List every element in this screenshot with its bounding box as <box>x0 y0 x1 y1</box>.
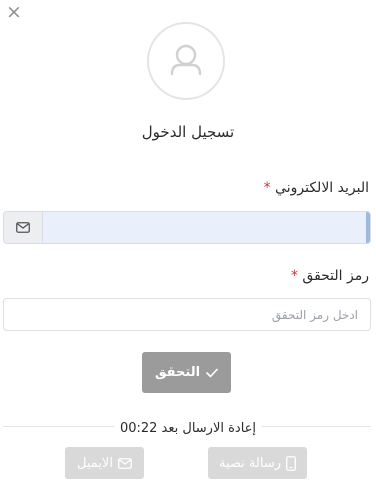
email-label: البريد الالكتروني * <box>264 180 369 196</box>
email-field-group <box>3 211 371 244</box>
envelope-icon <box>16 222 30 233</box>
close-icon[interactable]: × <box>5 3 23 22</box>
required-mark: * <box>290 268 298 284</box>
page-title: تسجيل الدخول <box>141 123 235 141</box>
email-method-button[interactable]: الايميل <box>65 447 144 479</box>
code-label: رمز التحقق * <box>291 268 369 284</box>
verify-button[interactable]: التحقق <box>142 352 231 393</box>
resend-text: إعادة الارسال بعد 00:22 <box>113 421 263 436</box>
code-field-group <box>3 298 371 331</box>
email-addon <box>4 212 43 243</box>
code-label-text: رمز التحقق <box>302 268 369 284</box>
sms-button[interactable]: رسالة نصية <box>208 447 307 479</box>
email-focus-indicator <box>366 212 370 243</box>
required-mark: * <box>263 180 271 196</box>
verification-code-input[interactable] <box>4 299 370 330</box>
mobile-icon <box>286 455 296 471</box>
verify-button-label: التحقق <box>154 365 201 380</box>
sms-button-label: رسالة نصية <box>219 455 281 471</box>
email-label-text: البريد الالكتروني <box>275 180 369 196</box>
resend-countdown: إعادة الارسال بعد 00:22 <box>0 417 376 436</box>
envelope-icon <box>118 457 132 469</box>
email-method-label: الايميل <box>77 455 113 471</box>
user-avatar-icon <box>147 22 225 100</box>
check-icon <box>206 368 218 377</box>
email-input[interactable] <box>43 212 370 243</box>
